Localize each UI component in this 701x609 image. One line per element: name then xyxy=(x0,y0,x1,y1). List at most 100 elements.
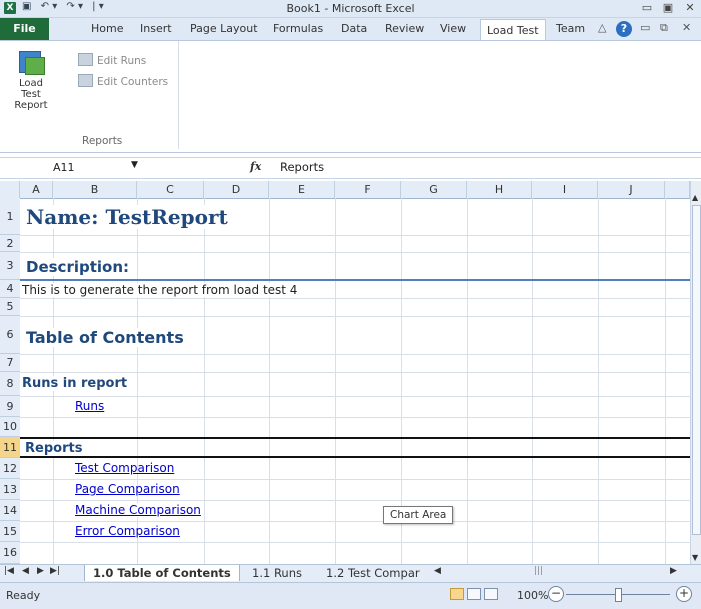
zoom-slider-thumb[interactable] xyxy=(615,588,622,602)
column-header-h[interactable]: H xyxy=(467,181,532,198)
status-ready: Ready xyxy=(6,589,41,602)
name-box-value: A11 xyxy=(53,161,75,174)
row-header-11[interactable]: 11 xyxy=(0,437,20,458)
zoom-out-icon[interactable]: − xyxy=(548,586,564,602)
row-header-6[interactable]: 6 xyxy=(0,316,20,354)
column-header-c[interactable]: C xyxy=(137,181,204,198)
gridline xyxy=(20,542,690,543)
normal-view-icon[interactable] xyxy=(450,588,464,600)
row-header-16[interactable]: 16 xyxy=(0,542,20,564)
restore-icon[interactable]: ▣ xyxy=(660,1,676,14)
hscroll-thumb-grip-icon[interactable]: ||| xyxy=(534,566,543,576)
row-header-5[interactable]: 5 xyxy=(0,298,20,316)
column-header-b[interactable]: B xyxy=(53,181,137,198)
window-title: Book1 - Microsoft Excel xyxy=(286,2,415,15)
tab-formulas[interactable]: Formulas xyxy=(273,18,323,40)
workbook-restore-icon[interactable]: ⧉ xyxy=(660,21,668,35)
workbook-close-icon[interactable]: ✕ xyxy=(682,21,691,34)
next-sheet-icon[interactable]: ▶ xyxy=(37,566,44,576)
row-header-9[interactable]: 9 xyxy=(0,396,20,417)
workbook-minimize-icon[interactable]: ▭ xyxy=(640,21,650,34)
row-header-8[interactable]: 8 xyxy=(0,372,20,396)
column-header-f[interactable]: F xyxy=(335,181,401,198)
group-label-reports: Reports xyxy=(82,135,123,147)
tab-review[interactable]: Review xyxy=(385,18,424,40)
cell-a1-title[interactable]: Name: TestReport xyxy=(26,205,234,229)
first-sheet-icon[interactable]: |◀ xyxy=(4,566,14,576)
edit-counters-button[interactable]: Edit Counters xyxy=(78,74,168,88)
zoom-in-icon[interactable]: + xyxy=(676,586,692,602)
row-header-14[interactable]: 14 xyxy=(0,500,20,521)
chevron-down-icon[interactable]: ▼ xyxy=(131,160,138,170)
tab-page-layout[interactable]: Page Layout xyxy=(190,18,258,40)
last-sheet-icon[interactable]: ▶| xyxy=(50,566,60,576)
help-icon[interactable]: ? xyxy=(616,21,632,37)
tab-data[interactable]: Data xyxy=(341,18,367,40)
gridline xyxy=(20,521,690,522)
row-header-2[interactable]: 2 xyxy=(0,235,20,252)
vertical-scrollbar[interactable]: ▲ ▼ xyxy=(690,181,701,564)
scroll-up-icon[interactable]: ▲ xyxy=(692,193,698,202)
sheet-tab-runs[interactable]: 1.1 Runs xyxy=(244,565,310,581)
column-header-g[interactable]: G xyxy=(401,181,467,198)
edit-runs-button[interactable]: Edit Runs xyxy=(78,53,146,67)
link-page-comparison[interactable]: Page Comparison xyxy=(75,482,180,496)
scroll-down-icon[interactable]: ▼ xyxy=(692,553,698,562)
cell-a8-runs-heading[interactable]: Runs in report xyxy=(22,376,132,391)
link-error-comparison[interactable]: Error Comparison xyxy=(75,524,180,538)
link-test-comparison[interactable]: Test Comparison xyxy=(75,461,174,475)
select-all-corner[interactable] xyxy=(0,181,20,198)
row-header-13[interactable]: 13 xyxy=(0,479,20,500)
status-bar: Ready 100% − + xyxy=(0,582,701,609)
link-machine-comparison[interactable]: Machine Comparison xyxy=(75,503,203,517)
row-header-10[interactable]: 10 xyxy=(0,417,20,437)
column-header-e[interactable]: E xyxy=(269,181,335,198)
link-runs[interactable]: Runs xyxy=(75,399,104,413)
gridline xyxy=(20,252,690,253)
tab-home[interactable]: Home xyxy=(91,18,123,40)
report-icon xyxy=(17,49,45,75)
row-header-7[interactable]: 7 xyxy=(0,354,20,372)
load-test-report-label-1: Load Test xyxy=(19,78,43,100)
edit-runs-label: Edit Runs xyxy=(97,55,147,67)
cell-a4-description[interactable]: This is to generate the report from load… xyxy=(22,283,302,297)
sheet-tab-test-comparison[interactable]: 1.2 Test Compar xyxy=(318,565,428,581)
ribbon-tab-bar: File Home Insert Page Layout Formulas Da… xyxy=(0,18,701,41)
column-header-j[interactable]: J xyxy=(598,181,665,198)
gridline xyxy=(20,417,690,418)
prev-sheet-icon[interactable]: ◀ xyxy=(22,566,29,576)
row-header-15[interactable]: 15 xyxy=(0,521,20,542)
name-box[interactable]: A11 ▼ xyxy=(3,159,203,176)
minimize-ribbon-icon[interactable]: △ xyxy=(598,21,606,34)
cell-a6-toc-heading[interactable]: Table of Contents xyxy=(26,328,188,347)
scroll-thumb[interactable] xyxy=(692,205,701,535)
fx-icon[interactable]: fx xyxy=(250,160,261,173)
hscroll-right-icon[interactable]: ▶ xyxy=(670,566,677,576)
tab-team[interactable]: Team xyxy=(556,18,585,40)
row-header-4[interactable]: 4 xyxy=(0,280,20,298)
column-header-a[interactable]: A xyxy=(20,181,53,198)
minimize-icon[interactable]: ▭ xyxy=(639,1,655,14)
load-test-report-button[interactable]: Load Test Report xyxy=(8,49,54,111)
cell-a11-reports-heading[interactable]: Reports xyxy=(25,441,87,456)
reports-group: Load Test Report Edit Runs Edit Counters… xyxy=(6,41,179,149)
zoom-level[interactable]: 100% xyxy=(517,589,548,602)
close-icon[interactable]: ✕ xyxy=(682,1,698,14)
column-header-i[interactable]: I xyxy=(532,181,598,198)
formula-input[interactable]: Reports xyxy=(280,160,324,174)
tab-insert[interactable]: Insert xyxy=(140,18,172,40)
column-header-k[interactable] xyxy=(665,181,690,198)
tab-view[interactable]: View xyxy=(440,18,466,40)
tab-load-test[interactable]: Load Test xyxy=(480,19,546,41)
row-header-12[interactable]: 12 xyxy=(0,458,20,479)
tab-file[interactable]: File xyxy=(0,18,49,40)
sheet-tab-toc[interactable]: 1.0 Table of Contents xyxy=(84,565,240,581)
page-break-view-icon[interactable] xyxy=(484,588,498,600)
edit-counters-label: Edit Counters xyxy=(97,76,169,88)
column-header-d[interactable]: D xyxy=(204,181,269,198)
page-layout-view-icon[interactable] xyxy=(467,588,481,600)
row-header-3[interactable]: 3 xyxy=(0,252,20,280)
hscroll-left-icon[interactable]: ◀ xyxy=(434,566,441,576)
row-header-1[interactable]: 1 xyxy=(0,198,20,235)
cell-a3-description-heading[interactable]: Description: xyxy=(26,258,134,276)
